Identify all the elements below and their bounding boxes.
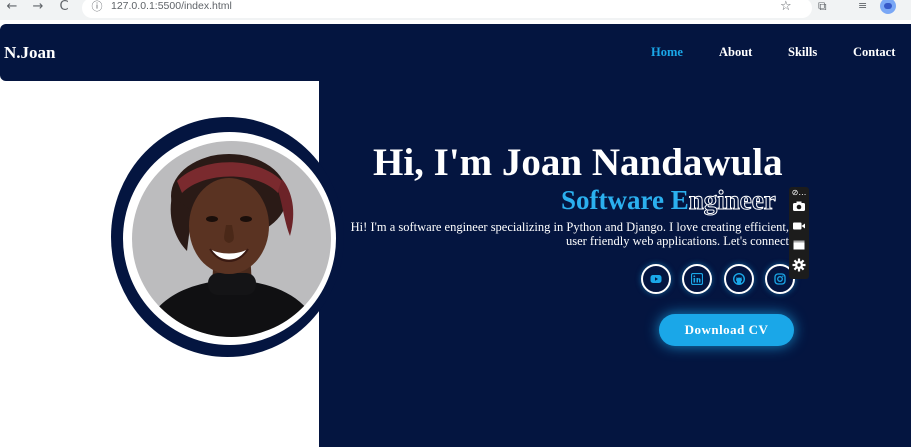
nav-link-home[interactable]: Home xyxy=(651,45,683,60)
linkedin-icon xyxy=(691,273,703,285)
profile-portrait-illustration xyxy=(142,154,322,337)
video-icon[interactable] xyxy=(791,220,807,236)
gear-icon[interactable] xyxy=(791,258,807,274)
reload-icon[interactable]: C xyxy=(54,0,74,16)
nav-link-contact[interactable]: Contact xyxy=(853,45,895,60)
window-icon[interactable] xyxy=(791,239,807,255)
forward-icon[interactable]: → xyxy=(28,0,48,16)
youtube-icon xyxy=(650,275,662,283)
nav-link-about[interactable]: About xyxy=(719,45,752,60)
hero-title: Hi, I'm Joan Nandawula xyxy=(373,141,783,184)
hero-right-panel xyxy=(319,81,911,447)
linkedin-link[interactable] xyxy=(682,264,712,294)
hero-description: Hi! I'm a software engineer specializing… xyxy=(350,220,789,248)
profile-photo xyxy=(132,141,331,337)
hero-role-outline: ngineer xyxy=(688,185,776,216)
camera-icon[interactable] xyxy=(791,200,807,216)
site-info-icon[interactable]: ⓘ xyxy=(87,0,107,16)
youtube-link[interactable] xyxy=(641,264,671,294)
media-control-icon[interactable]: ≡ xyxy=(858,0,867,12)
address-bar-url[interactable]: 127.0.0.1:5500/index.html xyxy=(111,0,232,13)
back-icon[interactable]: ← xyxy=(2,0,22,16)
github-link[interactable] xyxy=(724,264,754,294)
hero-role: Software Engineer xyxy=(561,185,776,216)
hero-role-typed: Software E xyxy=(561,185,689,215)
extensions-icon[interactable]: ⧉ xyxy=(818,0,827,14)
site-navbar: N.Joan Home About Skills Contact xyxy=(0,24,911,81)
instagram-icon xyxy=(774,273,786,285)
site-logo[interactable]: N.Joan xyxy=(4,43,55,63)
nav-link-skills[interactable]: Skills xyxy=(788,45,817,60)
bookmark-star-icon[interactable]: ☆ xyxy=(780,0,792,14)
screen-capture-extension-toolbar: ⊘… xyxy=(789,187,809,279)
github-icon xyxy=(733,273,745,285)
download-cv-button[interactable]: Download CV xyxy=(659,314,794,346)
browser-toolbar: ← → C ⓘ 127.0.0.1:5500/index.html ☆ ⧉ ≡ xyxy=(0,0,911,20)
profile-avatar-icon[interactable] xyxy=(880,0,896,14)
extension-handle-icon[interactable]: ⊘… xyxy=(791,187,807,199)
